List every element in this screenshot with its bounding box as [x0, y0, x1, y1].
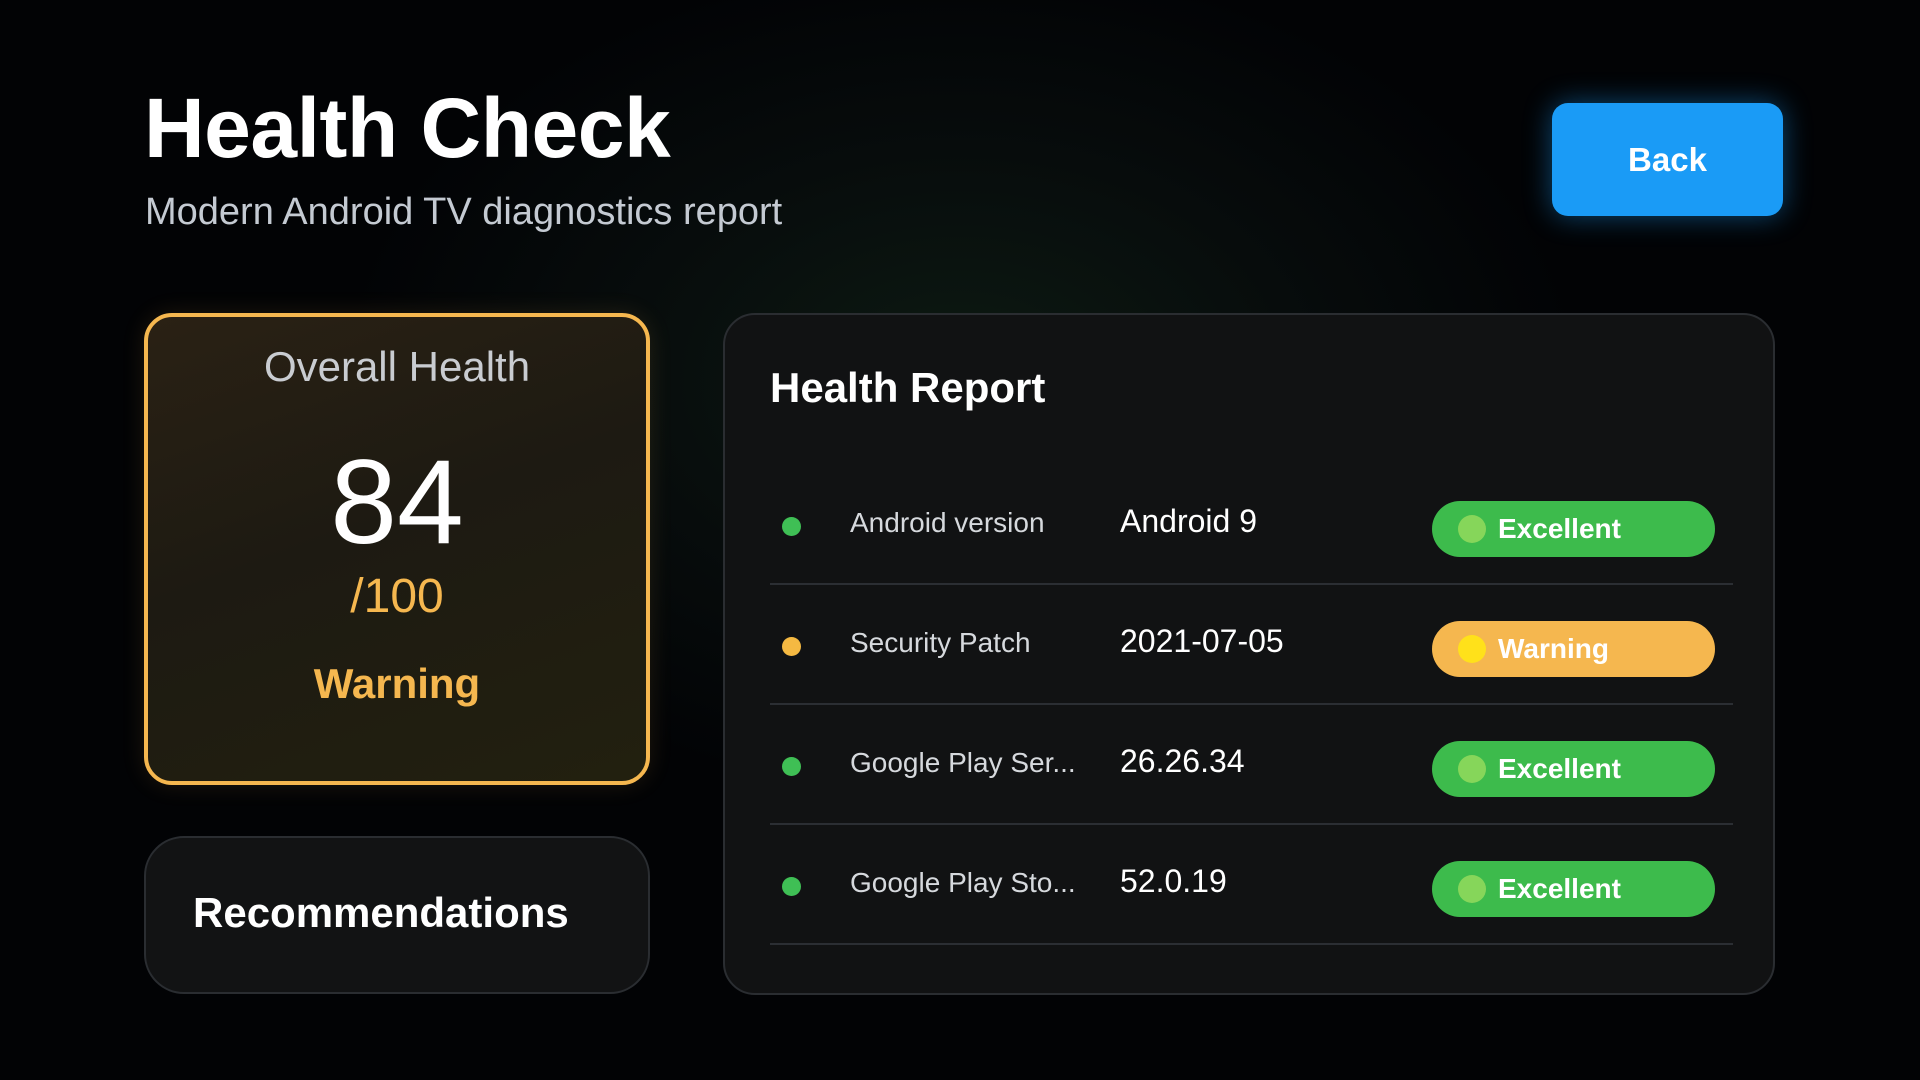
status-badge: Excellent: [1432, 741, 1715, 797]
report-row-value: 52.0.19: [1120, 863, 1227, 899]
report-row-name: Android version: [850, 507, 1045, 538]
status-dot-icon: [782, 637, 801, 656]
report-row[interactable]: Security Patch 2021-07-05 Warning: [770, 585, 1733, 705]
status-badge: Excellent: [1432, 861, 1715, 917]
status-dot-icon: [782, 517, 801, 536]
report-row[interactable]: Android version Android 9 Excellent: [770, 465, 1733, 585]
overall-health-max: /100: [350, 570, 444, 623]
report-row-name: Google Play Ser...: [850, 747, 1076, 778]
status-circle-icon: [1458, 875, 1486, 903]
status-badge-label: Excellent: [1498, 513, 1621, 544]
page-title: Health Check: [144, 81, 671, 175]
status-dot-icon: [782, 757, 801, 776]
page-subtitle: Modern Android TV diagnostics report: [145, 191, 783, 233]
status-badge: Excellent: [1432, 501, 1715, 557]
overall-health-score: 84: [330, 435, 464, 569]
report-row-value: 2021-07-05: [1120, 623, 1284, 659]
status-badge-label: Excellent: [1498, 873, 1621, 904]
recommendations-title: Recommendations: [193, 889, 569, 936]
report-row-value: 26.26.34: [1120, 743, 1245, 779]
back-button[interactable]: Back: [1552, 103, 1783, 216]
report-row-value: Android 9: [1120, 503, 1257, 539]
overall-health-card[interactable]: Overall Health 84 /100 Warning: [144, 313, 650, 785]
health-report-list: Android version Android 9 Excellent Secu…: [770, 465, 1733, 945]
status-circle-icon: [1458, 515, 1486, 543]
report-row-name: Security Patch: [850, 627, 1031, 658]
status-badge-label: Excellent: [1498, 753, 1621, 784]
status-badge: Warning: [1432, 621, 1715, 677]
status-circle-icon: [1458, 635, 1486, 663]
status-circle-icon: [1458, 755, 1486, 783]
report-row-name: Google Play Sto...: [850, 867, 1076, 898]
recommendations-card[interactable]: Recommendations: [144, 836, 650, 994]
status-dot-icon: [782, 877, 801, 896]
report-row[interactable]: Google Play Ser... 26.26.34 Excellent: [770, 705, 1733, 825]
report-row[interactable]: Google Play Sto... 52.0.19 Excellent: [770, 825, 1733, 945]
overall-health-label: Overall Health: [263, 343, 531, 390]
health-report-card: Health Report Android version Android 9 …: [723, 313, 1775, 995]
health-report-title: Health Report: [770, 364, 1046, 411]
overall-health-status: Warning: [313, 660, 481, 707]
status-badge-label: Warning: [1498, 633, 1609, 664]
